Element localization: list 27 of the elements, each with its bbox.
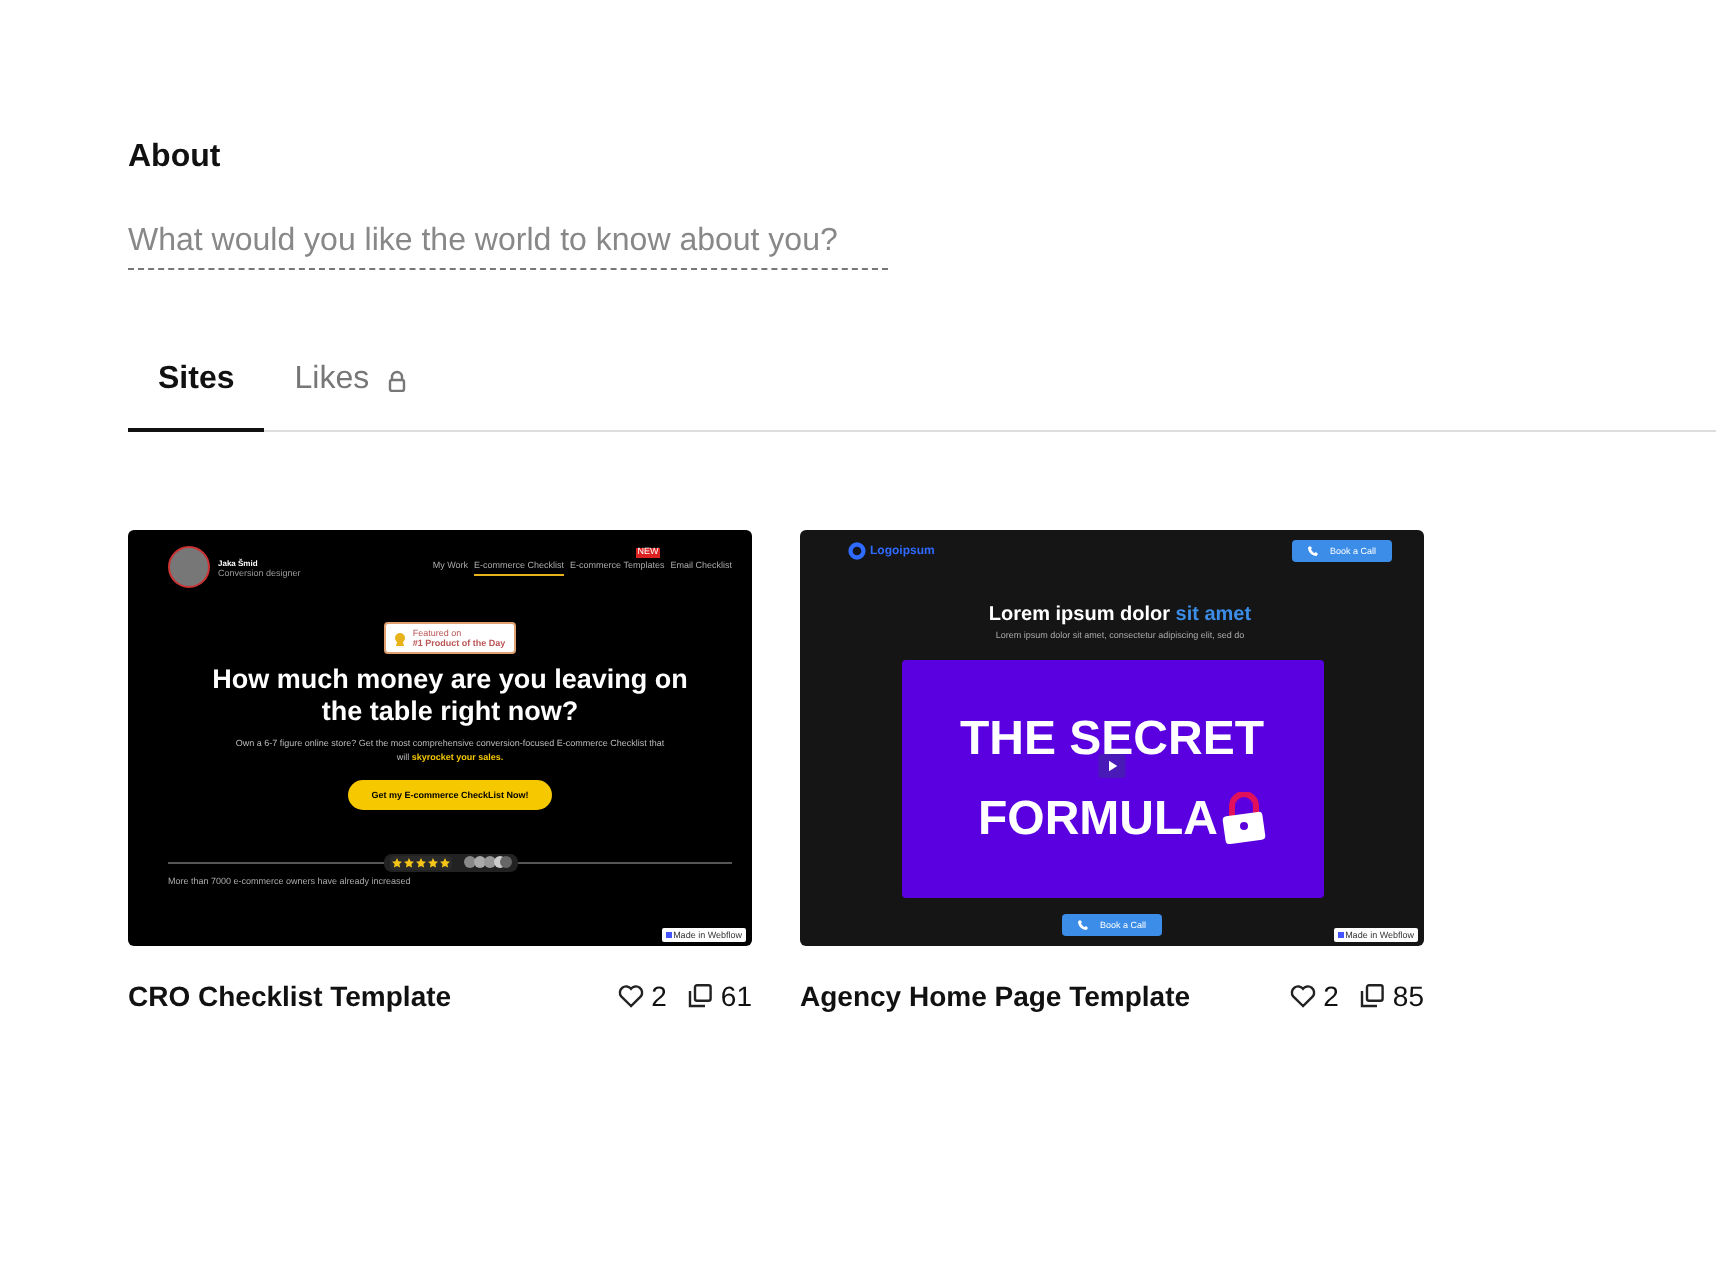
phone-icon [1077,920,1088,930]
site-title[interactable]: Agency Home Page Template [800,980,1268,1012]
tab[interactable]: Sites [128,362,265,432]
avatar [168,546,210,588]
heart-icon [617,984,644,1008]
play-button-icon [1095,754,1127,778]
preview-headline: How much money are you leaving on the table right now? [210,664,690,729]
about-heading: About [128,140,223,176]
site-preview[interactable] [128,530,752,946]
copy-icon [688,984,713,1008]
preview-headline: Lorem ipsum dolor sit amet [988,604,1252,626]
about-field[interactable]: What would you like the world to know about you? [128,224,888,270]
copy-icon [1360,984,1385,1008]
video-title: FORMULA [978,795,1218,843]
like-count[interactable]: 2 [617,980,667,1012]
heart-icon [1289,984,1316,1008]
clone-count[interactable]: 61 [688,980,752,1012]
video-title: THE SECRET [959,715,1264,763]
ring-logo-icon [848,542,866,560]
like-count[interactable]: 2 [1289,980,1339,1012]
phone-icon [1307,546,1318,556]
padlock-icon [1221,791,1266,843]
clone-count[interactable]: 85 [1360,980,1424,1012]
medal-icon [394,631,407,645]
avatars-drawing [463,856,511,869]
tab[interactable]: Likes [264,362,436,432]
site-title[interactable]: CRO Checklist Template [128,980,596,1012]
